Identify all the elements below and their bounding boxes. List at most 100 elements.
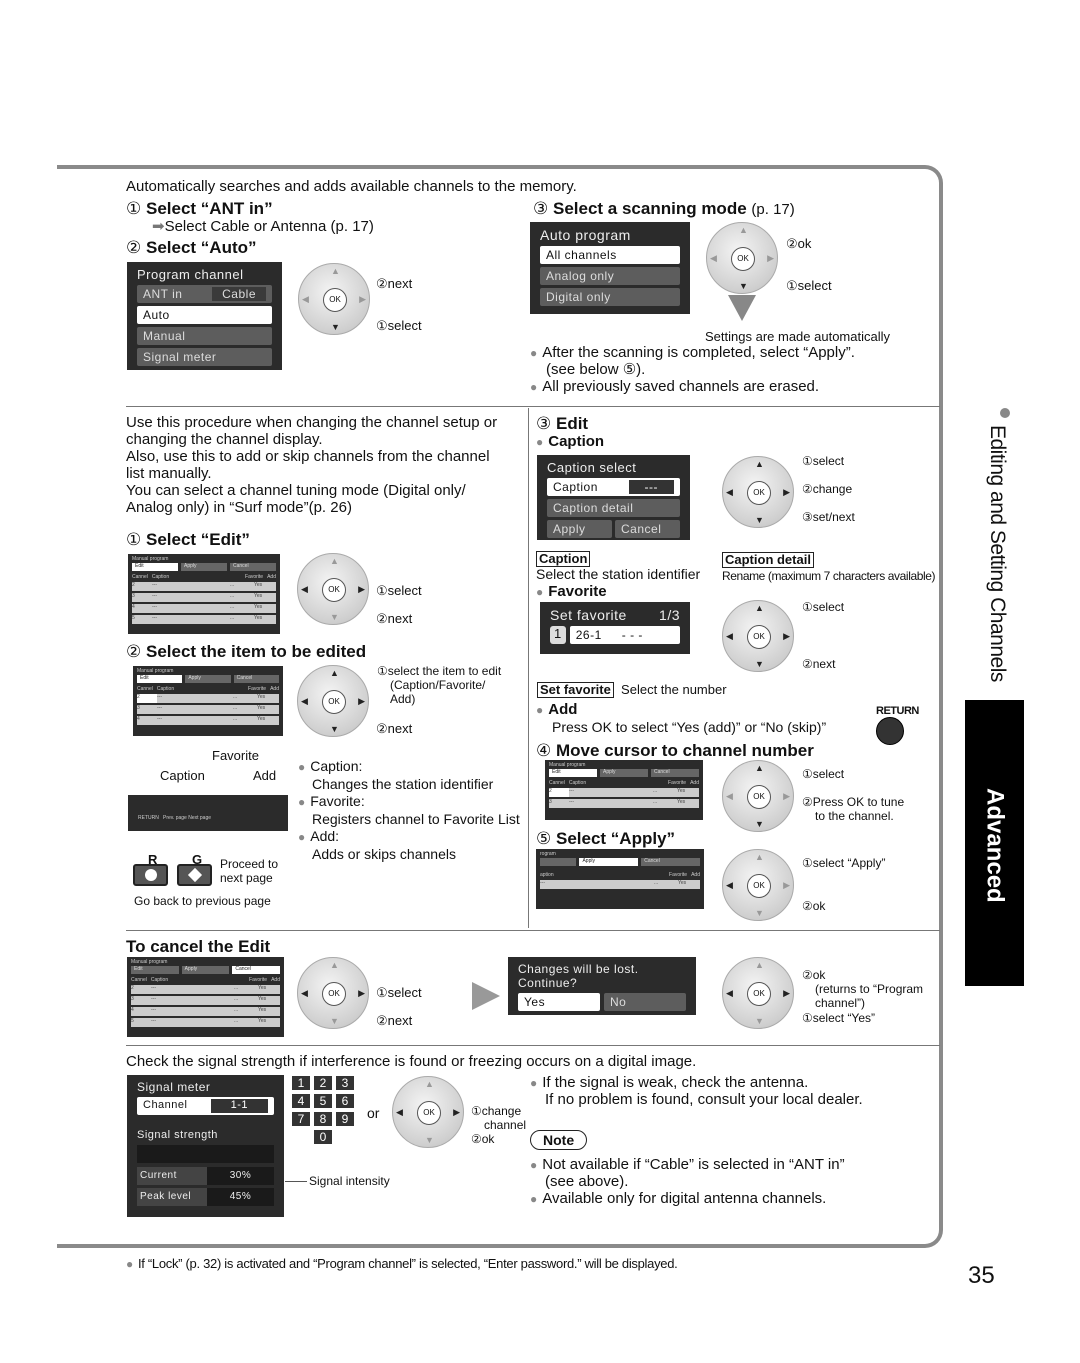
left-arrow-icon: ◀ bbox=[726, 988, 733, 998]
right-arrow-icon: ▶ bbox=[358, 584, 365, 594]
green-button[interactable] bbox=[177, 864, 212, 886]
table-row[interactable]: 3 ---... Yes bbox=[137, 705, 279, 714]
caption-detail-box-label: Caption detail bbox=[722, 551, 814, 569]
table-row[interactable]: 3 ---... Yes bbox=[132, 593, 276, 602]
menu-item-analog-only[interactable]: Analog only bbox=[540, 267, 680, 285]
remote-dpad[interactable]: ▲ ◀ ▶ ▼ OK bbox=[297, 553, 369, 625]
down-arrow-icon: ▼ bbox=[755, 515, 764, 525]
red-button[interactable] bbox=[133, 864, 168, 886]
left-arrow-icon: ◀ bbox=[302, 294, 309, 304]
signal-intensity-label: Signal intensity bbox=[309, 1174, 390, 1188]
key-9[interactable]: 9 bbox=[336, 1112, 354, 1126]
table-row[interactable]: 4 ---... Yes bbox=[137, 716, 279, 725]
ok-button[interactable]: OK bbox=[747, 625, 771, 649]
right-arrow-icon: ▶ bbox=[783, 988, 790, 998]
pad-label-ok: ②ok bbox=[786, 236, 812, 251]
next-page-hint: Next page bbox=[188, 815, 212, 821]
key-4[interactable]: 4 bbox=[292, 1094, 310, 1108]
table-row[interactable]: ---... Yes bbox=[540, 880, 700, 889]
ok-button[interactable]: OK bbox=[322, 578, 346, 602]
key-5[interactable]: 5 bbox=[314, 1094, 332, 1108]
edit-button[interactable]: Edit bbox=[132, 563, 178, 571]
proceed-label: Proceed to next page bbox=[220, 857, 279, 885]
remote-dpad[interactable]: ▲ ◀ ▶ ▼ OK bbox=[722, 760, 794, 832]
cancel-button[interactable]: Cancel bbox=[232, 966, 281, 974]
favorite-slot[interactable]: 26-1- - - bbox=[569, 626, 680, 644]
channel-row[interactable]: Channel 1-1 bbox=[137, 1097, 274, 1115]
table-row[interactable]: 2 ---... Yes bbox=[137, 694, 279, 703]
remote-dpad[interactable]: ▲ ◀ ▶ ▼ OK bbox=[298, 263, 370, 335]
table-row[interactable]: 2 ---... Yes bbox=[132, 582, 276, 591]
key-8[interactable]: 8 bbox=[314, 1112, 332, 1126]
signal-bullet: If the signal is weak, check the antenna… bbox=[530, 1074, 808, 1092]
key-0[interactable]: 0 bbox=[314, 1130, 332, 1144]
ok-button[interactable]: OK bbox=[747, 481, 771, 505]
apply-button[interactable]: Apply bbox=[600, 769, 648, 777]
yes-button[interactable]: Yes bbox=[518, 993, 600, 1011]
apply-button[interactable]: Apply bbox=[579, 858, 639, 866]
edit-button[interactable]: Edit bbox=[131, 966, 179, 974]
apply-button[interactable]: Apply bbox=[547, 520, 612, 538]
ok-button[interactable]: OK bbox=[322, 982, 346, 1006]
arrow-right-icon bbox=[472, 982, 500, 1010]
caption-row[interactable]: Caption --- bbox=[547, 478, 680, 496]
remote-dpad[interactable]: ▲ ◀ ▶ ▼ OK bbox=[722, 957, 794, 1029]
ok-button[interactable]: OK bbox=[417, 1101, 441, 1125]
table-row[interactable]: 4 ---... Yes bbox=[132, 604, 276, 613]
pad-label-next: ②next bbox=[802, 657, 836, 671]
menu-item-all-channels[interactable]: All channels bbox=[540, 246, 680, 264]
remote-dpad[interactable]: ▲ ◀ ▶ ▼ OK bbox=[722, 849, 794, 921]
program-channel-menu: Program channel ANT in Cable Auto Manual … bbox=[127, 262, 282, 370]
remote-dpad[interactable]: ▲ ◀ ▶ ▼ OK bbox=[297, 665, 369, 737]
table-row[interactable]: 2 ---... Yes bbox=[549, 788, 699, 797]
menu-item-signal-meter[interactable]: Signal meter bbox=[137, 348, 272, 366]
edit-button[interactable]: Edit bbox=[549, 769, 597, 777]
key-2[interactable]: 2 bbox=[314, 1076, 332, 1090]
remote-dpad[interactable]: ▲ ◀ ▶ ▼ OK bbox=[722, 600, 794, 672]
menu-item-digital-only[interactable]: Digital only bbox=[540, 288, 680, 306]
table-row[interactable]: 5 ---... Yes bbox=[132, 615, 276, 624]
cancel-button[interactable]: Cancel bbox=[641, 858, 700, 866]
cancel-button[interactable]: Cancel bbox=[651, 769, 699, 777]
key-1[interactable]: 1 bbox=[292, 1076, 310, 1090]
apply-button[interactable]: Apply bbox=[181, 563, 227, 571]
apply-button[interactable]: Apply bbox=[181, 966, 230, 974]
remote-dpad[interactable]: ▲ ◀ ▶ ▼ OK bbox=[722, 456, 794, 528]
menu-title: Auto program bbox=[540, 227, 631, 243]
menu-item-auto[interactable]: Auto bbox=[137, 306, 272, 324]
left-arrow-icon: ◀ bbox=[396, 1107, 403, 1117]
table-row[interactable]: 3 ---... Yes bbox=[549, 799, 699, 808]
ok-button[interactable]: OK bbox=[747, 982, 771, 1006]
cancel-button[interactable]: Cancel bbox=[230, 563, 276, 571]
ok-button[interactable]: OK bbox=[747, 785, 771, 809]
cancel-button[interactable]: Cancel bbox=[233, 675, 279, 683]
left-arrow-icon: ◀ bbox=[301, 584, 308, 594]
ok-button[interactable]: OK bbox=[322, 690, 346, 714]
pad-label-select-item: ①select the item to edit (Caption/Favorit… bbox=[377, 664, 502, 706]
table-row[interactable]: 4 ---... Yes bbox=[131, 1007, 280, 1016]
remote-dpad[interactable]: ▲ ◀ ▶ ▼ OK bbox=[392, 1076, 464, 1148]
edit-button[interactable]: Edit bbox=[137, 675, 183, 683]
key-7[interactable]: 7 bbox=[292, 1112, 310, 1126]
key-6[interactable]: 6 bbox=[336, 1094, 354, 1108]
no-button[interactable]: No bbox=[604, 993, 686, 1011]
key-3[interactable]: 3 bbox=[336, 1076, 354, 1090]
menu-title: Program channel bbox=[137, 267, 244, 282]
return-button[interactable] bbox=[876, 717, 904, 745]
table-row[interactable]: 5 ---... Yes bbox=[131, 1018, 280, 1027]
caption-detail-item[interactable]: Caption detail bbox=[547, 499, 680, 517]
apply-button[interactable]: Apply bbox=[185, 675, 231, 683]
ok-button[interactable]: OK bbox=[731, 247, 755, 271]
up-arrow-icon: ▲ bbox=[755, 960, 764, 970]
ok-button[interactable]: OK bbox=[747, 874, 771, 898]
note-bullet: Not available if “Cable” is selected in … bbox=[530, 1156, 844, 1174]
ant-in-row[interactable]: ANT in Cable bbox=[137, 285, 272, 303]
cancel-button[interactable]: Cancel bbox=[615, 520, 680, 538]
table-row[interactable]: 3 ---... Yes bbox=[131, 996, 280, 1005]
menu-item-manual[interactable]: Manual bbox=[137, 327, 272, 345]
ok-button[interactable]: OK bbox=[323, 288, 347, 312]
table-row[interactable]: 2 ---... Yes bbox=[131, 985, 280, 994]
remote-dpad[interactable]: ▲ ◀ ▶ ▼ OK bbox=[297, 957, 369, 1029]
remote-dpad[interactable]: ▲ ◀ ▶ ▼ OK bbox=[706, 222, 778, 294]
auto-intro: Automatically searches and adds availabl… bbox=[126, 178, 577, 195]
